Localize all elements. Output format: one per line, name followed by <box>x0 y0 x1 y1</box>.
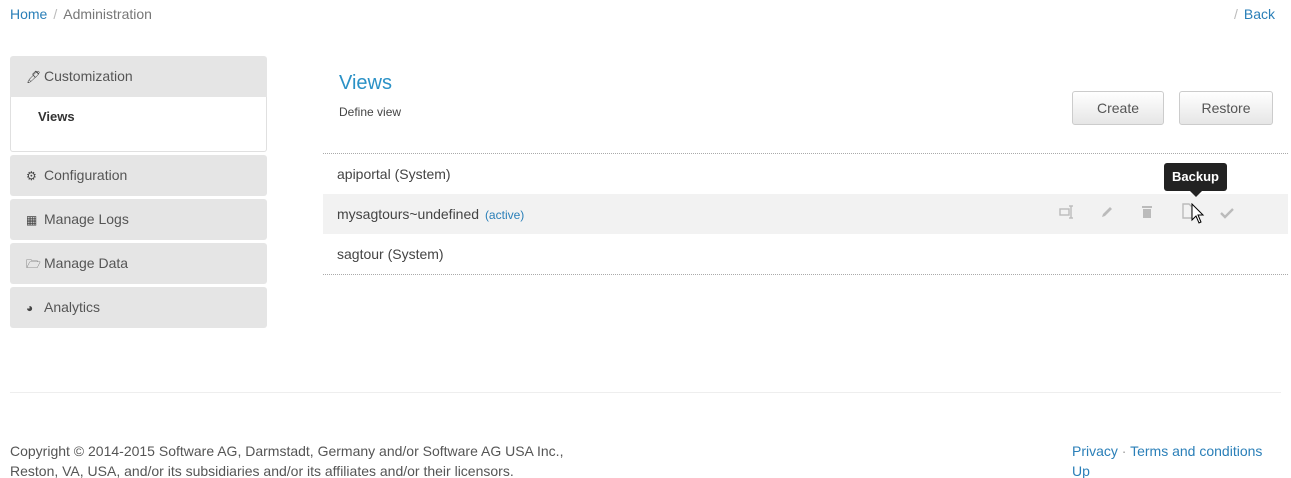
back-link[interactable]: Back <box>1244 6 1275 22</box>
dashboard-icon: ◕ <box>26 301 34 315</box>
magic-wand-icon: 🖊 <box>26 70 42 84</box>
rename-icon[interactable] <box>1055 194 1079 234</box>
sidebar-item-label: Customization <box>44 68 133 84</box>
views-list: apiportal (System) mysagtours~undefined … <box>323 153 1288 275</box>
copyright-text: Copyright © 2014-2015 Software AG, Darms… <box>10 441 710 478</box>
view-name: apiportal (System) <box>337 166 451 182</box>
sidebar-item-label: Manage Data <box>44 255 129 271</box>
sidebar-item-label: Configuration <box>44 167 128 183</box>
breadcrumb-home-link[interactable]: Home <box>10 6 47 22</box>
restore-button[interactable]: Restore <box>1179 91 1273 125</box>
sidebar-item-analytics[interactable]: ◕ Analytics <box>10 287 267 328</box>
footer-links: Privacy · Terms and conditions Up <box>1072 441 1262 478</box>
list-item[interactable]: apiportal (System) <box>323 154 1288 194</box>
create-button[interactable]: Create <box>1072 91 1164 125</box>
list-item[interactable]: sagtour (System) <box>323 234 1288 274</box>
back-nav: / Back <box>1234 6 1275 22</box>
sidebar-item-label: Analytics <box>44 299 101 315</box>
sidebar-subitem-views[interactable]: Views <box>10 97 267 152</box>
view-name: sagtour (System) <box>337 246 444 262</box>
active-badge: (active) <box>484 208 525 222</box>
view-name: mysagtours~undefined <box>337 206 480 222</box>
up-link[interactable]: Up <box>1072 463 1090 478</box>
folder-open-icon: 🗁 <box>26 257 41 271</box>
sidebar-item-configuration[interactable]: ⚙ Configuration <box>10 155 267 196</box>
footer-dot-separator: · <box>1121 443 1127 459</box>
breadcrumb-current: Administration <box>63 6 152 22</box>
footer-divider <box>10 392 1281 393</box>
copyright-line-2: Reston, VA, USA, and/or its subsidiaries… <box>10 463 514 478</box>
pencil-icon[interactable] <box>1095 194 1119 234</box>
copyright-line-1: Copyright © 2014-2015 Software AG, Darms… <box>10 443 564 459</box>
page-subtitle: Define view <box>339 105 402 119</box>
back-separator: / <box>1233 6 1238 22</box>
mouse-cursor-icon <box>1191 203 1205 224</box>
list-item[interactable]: mysagtours~undefined (active) <box>323 194 1288 234</box>
backup-tooltip: Backup <box>1164 163 1227 197</box>
sidebar-item-manage-data[interactable]: 🗁 Manage Data <box>10 243 267 284</box>
gears-icon: ⚙ <box>26 169 37 183</box>
sidebar-item-label: Manage Logs <box>44 211 129 227</box>
sidebar-item-customization[interactable]: 🖊 Customization <box>10 56 267 97</box>
page-title: Views <box>339 72 392 94</box>
sidebar-item-manage-logs[interactable]: ▦ Manage Logs <box>10 199 267 240</box>
check-icon[interactable] <box>1215 194 1239 234</box>
sidebar-group-customization: 🖊 Customization Views <box>10 56 267 152</box>
trash-icon[interactable] <box>1135 194 1159 234</box>
sidebar: 🖊 Customization Views ⚙ Configuration ▦ Man… <box>10 56 267 331</box>
breadcrumb: Home / Administration <box>10 6 152 22</box>
breadcrumb-separator: / <box>53 6 58 22</box>
terms-link[interactable]: Terms and conditions <box>1130 443 1262 459</box>
calendar-icon: ▦ <box>26 213 38 227</box>
privacy-link[interactable]: Privacy <box>1072 443 1118 459</box>
